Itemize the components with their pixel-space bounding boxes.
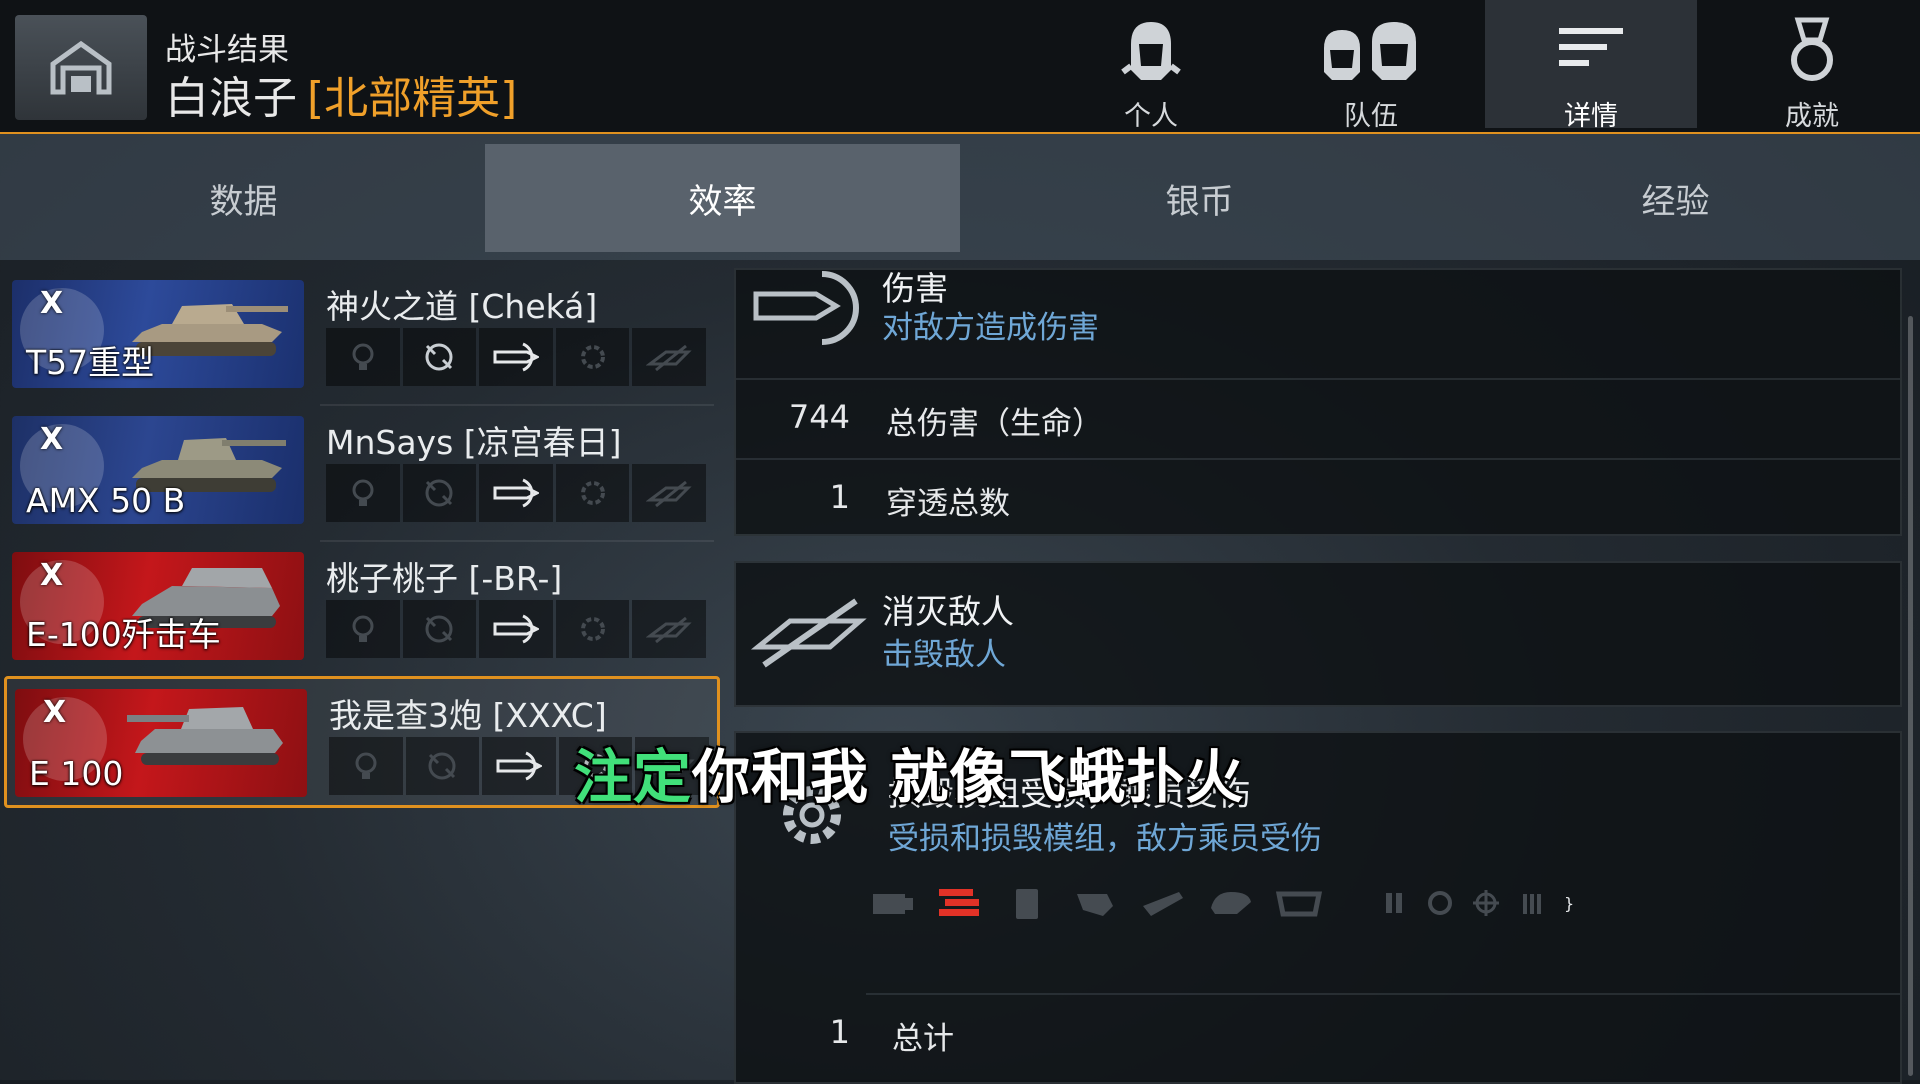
module-damage-icon: [555, 600, 630, 658]
stat-label: 穿透总数: [886, 486, 1010, 522]
tank-tier: X: [40, 558, 64, 593]
damage-icon: [482, 737, 556, 795]
destroy-title: 消灭敌人: [882, 592, 1014, 631]
tab-personal[interactable]: 个人: [1045, 0, 1257, 132]
achievement-medal-icon: [1791, 17, 1833, 81]
player-name: 我是查3炮 [XXXC]: [329, 696, 607, 735]
assist-icon: [402, 600, 477, 658]
spotting-icon: [329, 737, 403, 795]
stat-label: 总计: [892, 1021, 954, 1057]
personal-helmet-icon: [1121, 22, 1181, 80]
subtab-data[interactable]: 数据: [6, 144, 481, 252]
stat-row-penetrations: 1 穿透总数: [736, 458, 1900, 538]
tank-card: X E-100歼击车: [12, 552, 304, 660]
spotting-icon: [326, 464, 400, 522]
destroy-panel: 消灭敌人 击毁敌人: [734, 561, 1902, 707]
tank-tier: X: [40, 422, 64, 457]
top-bar: 战斗结果 白浪子 [北部精英] 个人 队伍 详情 成就: [0, 0, 1920, 134]
damage-shell-icon: [753, 271, 859, 345]
tank-card: X E 100: [15, 689, 307, 797]
tank-card: X T57重型: [12, 280, 304, 388]
module-icon-row: }: [866, 883, 1574, 923]
tab-details[interactable]: 详情: [1485, 0, 1697, 132]
fuel-tank-icon: [1002, 883, 1052, 923]
hull-icon: [1274, 883, 1324, 923]
stat-row-modules-total: 1 总计: [830, 993, 1900, 1073]
tank-tier: X: [43, 695, 67, 730]
turret-icon: [1206, 883, 1256, 923]
hangar-icon: [50, 40, 112, 94]
player-name: MnSays [凉宫春日]: [326, 423, 622, 462]
details-list-icon: [1559, 28, 1623, 66]
player-row[interactable]: X AMX 50 B MnSays [凉宫春日]: [4, 406, 714, 542]
engine-icon: [866, 883, 916, 923]
player-name: 白浪子: [165, 73, 297, 124]
subtab-experience[interactable]: 经验: [1438, 144, 1913, 252]
player-row[interactable]: X T57重型 神火之道 [Cheká]: [4, 270, 714, 406]
video-caption: 注定你和我 就像飞蛾扑火: [574, 730, 1244, 814]
player-row[interactable]: X E-100歼击车 桃子桃子 [-BR-]: [4, 542, 714, 678]
destroy-subtitle: 击毁敌人: [882, 637, 1006, 673]
tank-name: AMX 50 B: [26, 481, 186, 520]
tab-achievements[interactable]: 成就: [1706, 0, 1918, 132]
assist-icon: [405, 737, 480, 795]
home-button[interactable]: [15, 15, 147, 120]
stat-row-total-damage: 744 总伤害（生命）: [736, 378, 1900, 458]
damage-icon: [479, 600, 553, 658]
stat-label: 总伤害（生命）: [886, 406, 1103, 442]
stat-value: 744: [788, 398, 850, 436]
gunner-icon: [1472, 883, 1500, 923]
damage-icon: [479, 464, 553, 522]
team-helmets-icon: [1324, 22, 1416, 80]
tank-name: E 100: [29, 754, 124, 793]
player-name: 桃子桃子 [-BR-]: [326, 559, 563, 598]
caption-highlight: 注定: [574, 743, 693, 811]
caption-text: 你和我 就像飞蛾扑火: [692, 743, 1245, 811]
destroyed-tank-icon: [750, 598, 867, 668]
tank-card: X AMX 50 B: [12, 416, 304, 524]
efficiency-icons: [326, 464, 706, 522]
kill-icon: [632, 600, 706, 658]
player-clan: [北部精英]: [307, 73, 518, 124]
damage-subtitle: 对敌方造成伤害: [882, 310, 1099, 346]
damage-icon: [479, 328, 553, 386]
ammo-rack-icon: [1070, 883, 1120, 923]
driver-icon: [1426, 883, 1454, 923]
tab-team-label: 队伍: [1344, 101, 1398, 132]
module-damage-icon: [555, 328, 630, 386]
tank-tier: X: [40, 286, 64, 321]
damage-panel: 伤害 对敌方造成伤害 744 总伤害（生命） 1 穿透总数: [734, 268, 1902, 536]
subtab-credits[interactable]: 银币: [962, 144, 1437, 252]
player-heading: 白浪子 [北部精英]: [165, 62, 517, 126]
player-name: 神火之道 [Cheká]: [326, 287, 598, 326]
tank-image: [127, 707, 283, 765]
stat-value: 1: [829, 1013, 850, 1051]
tab-achievements-label: 成就: [1785, 101, 1839, 132]
detail-scrollbar[interactable]: [1908, 316, 1913, 1076]
assist-icon: [402, 464, 477, 522]
assist-icon: [402, 328, 477, 386]
gun-icon: [1138, 883, 1188, 923]
module-damage-icon: [555, 464, 630, 522]
kill-icon: [632, 328, 706, 386]
tracks-icon: [934, 883, 984, 923]
spotting-icon: [326, 328, 400, 386]
efficiency-icons: [326, 600, 706, 658]
tab-details-label: 详情: [1564, 101, 1618, 132]
loader-icon: [1518, 883, 1546, 923]
spotting-icon: [326, 600, 400, 658]
commander-icon: [1380, 883, 1408, 923]
tab-team[interactable]: 队伍: [1265, 0, 1477, 132]
efficiency-icons: [326, 328, 706, 386]
tank-name: E-100歼击车: [26, 615, 221, 654]
kill-icon: [632, 464, 706, 522]
stat-value: 1: [829, 478, 850, 516]
sub-tab-bar: 数据 效率 银币 经验: [0, 134, 1920, 260]
modules-subtitle: 受损和损毁模组，敌方乘员受伤: [888, 821, 1322, 857]
tab-personal-label: 个人: [1124, 101, 1178, 132]
subtab-efficiency[interactable]: 效率: [485, 144, 960, 252]
tank-name: T57重型: [26, 343, 155, 382]
